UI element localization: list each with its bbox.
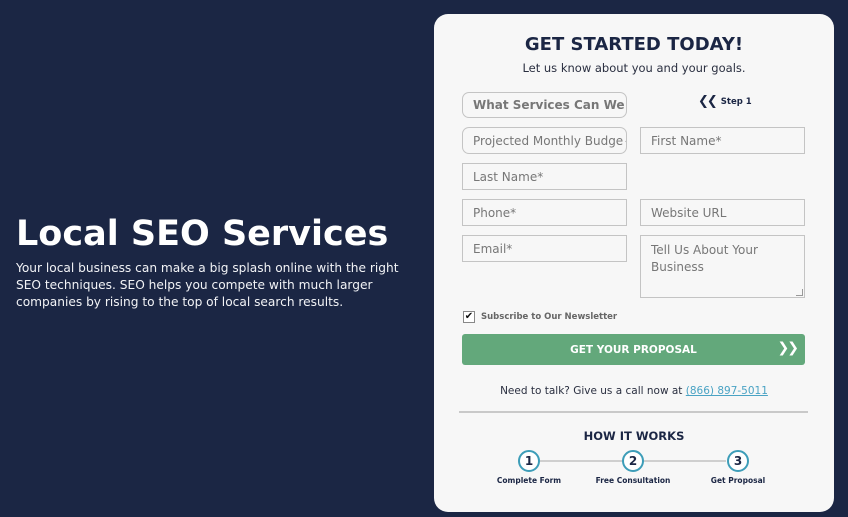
budget-select[interactable]: Projected Monthly Budge ⌄ — [462, 127, 627, 154]
hero-description: Your local business can make a big splas… — [16, 261, 399, 309]
services-select-value: What Services Can We — [473, 98, 625, 112]
step-3-label: Get Proposal — [710, 476, 766, 485]
website-url-field[interactable]: Website URL — [640, 199, 805, 226]
first-name-field[interactable]: First Name* — [640, 127, 805, 154]
newsletter-checkbox-row[interactable]: ✔ Subscribe to Our Newsletter — [463, 311, 617, 323]
step-2-label: Free Consultation — [595, 476, 671, 485]
call-prompt: Need to talk? Give us a call now at (866… — [434, 385, 834, 397]
divider — [459, 411, 808, 413]
hero-title: Local SEO Services — [16, 214, 389, 254]
call-text: Need to talk? Give us a call now at — [500, 385, 683, 397]
form-title: GET STARTED TODAY! — [524, 34, 744, 55]
resize-handle-icon[interactable] — [796, 289, 803, 296]
form-subtitle: Let us know about you and your goals. — [522, 61, 746, 75]
message-placeholder: Tell Us About Your Business — [651, 243, 758, 274]
budget-select-value: Projected Monthly Budge — [473, 133, 624, 148]
step-3-circle: 3 — [727, 450, 749, 472]
double-chevron-right-icon: ❯❯ — [777, 340, 800, 356]
step-1-label: Complete Form — [496, 476, 562, 485]
chevron-down-icon: ⌄ — [625, 100, 626, 110]
double-chevron-left-icon: ❮❮ — [698, 94, 718, 109]
step-2-circle: 2 — [622, 450, 644, 472]
step-indicator[interactable]: ❮❮ Step 1 — [698, 94, 752, 109]
get-proposal-button[interactable]: GET YOUR PROPOSAL ❯❯ — [462, 334, 805, 365]
last-name-field[interactable]: Last Name* — [462, 163, 627, 190]
services-select[interactable]: What Services Can We ⌄ — [462, 92, 627, 118]
chevron-down-icon: ⌄ — [623, 136, 626, 146]
step-label: Step 1 — [720, 96, 752, 107]
hero-section: Local SEO Services Your local business c… — [16, 212, 426, 311]
phone-field[interactable]: Phone* — [462, 199, 627, 226]
get-proposal-label: GET YOUR PROPOSAL — [570, 343, 697, 356]
email-field[interactable]: Email* — [462, 235, 627, 262]
message-textarea[interactable]: Tell Us About Your Business — [640, 235, 805, 298]
newsletter-label: Subscribe to Our Newsletter — [481, 312, 618, 322]
phone-link[interactable]: (866) 897-5011 — [686, 385, 768, 397]
step-1-circle: 1 — [518, 450, 540, 472]
newsletter-checkbox[interactable]: ✔ — [463, 311, 475, 323]
how-it-works-title: HOW IT WORKS — [583, 429, 685, 443]
